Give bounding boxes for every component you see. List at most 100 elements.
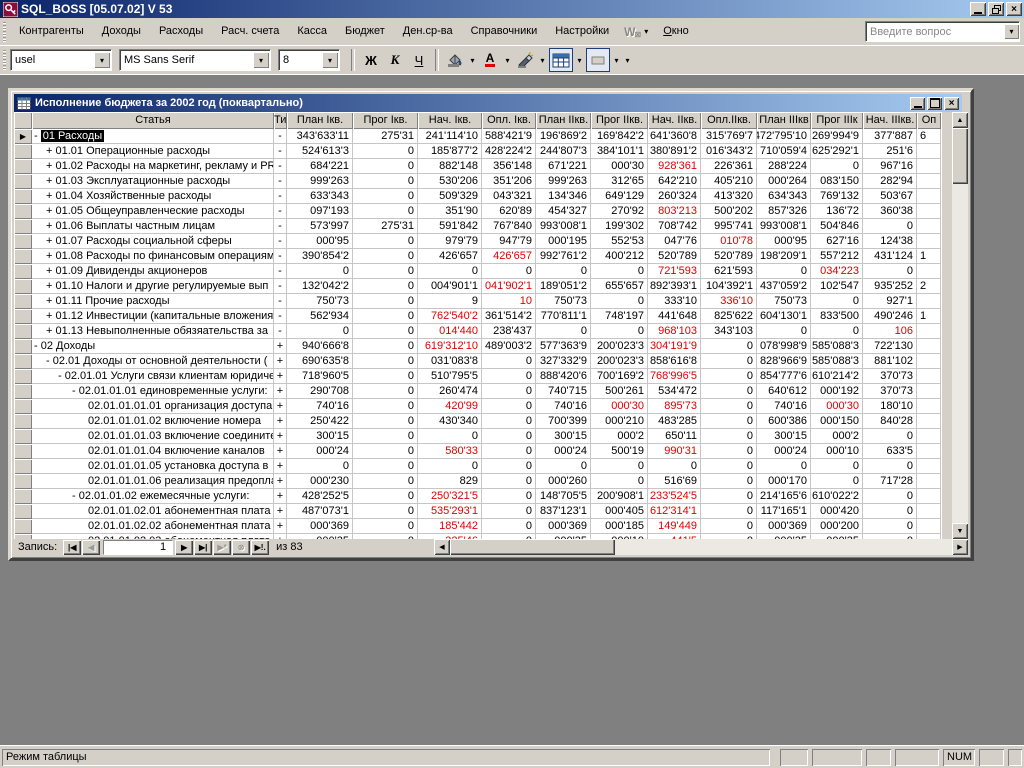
value-cell[interactable]: 0	[701, 459, 757, 474]
scroll-left-button[interactable]: ◀	[434, 539, 450, 555]
value-cell[interactable]: 449'149	[648, 519, 701, 534]
value-cell[interactable]: 0	[353, 204, 418, 219]
column-header-4[interactable]: План IIкв.	[536, 112, 591, 129]
value-cell[interactable]: 622'825	[701, 309, 757, 324]
statya-cell[interactable]: + 01.07 Расходы социальной сферы	[32, 234, 274, 249]
value-cell[interactable]: 9'994'269	[811, 129, 863, 144]
value-cell[interactable]: 0	[482, 504, 536, 519]
value-cell[interactable]: 221'671	[536, 159, 591, 174]
value-cell[interactable]: 0	[863, 489, 917, 504]
value-cell[interactable]: 0	[482, 414, 536, 429]
line-color-button[interactable]	[514, 49, 536, 71]
goto-last-button[interactable]: ▶!.	[251, 540, 269, 555]
value-cell[interactable]: 223'034	[811, 264, 863, 279]
toolbar-options-dropdown[interactable]: ▾	[622, 49, 633, 71]
value-cell[interactable]: 65'312	[591, 174, 648, 189]
value-cell[interactable]: 0	[482, 399, 536, 414]
row-selector[interactable]	[14, 144, 32, 159]
value-cell[interactable]: 6'165'214	[757, 489, 811, 504]
value-cell[interactable]: 0	[353, 519, 418, 534]
value-cell[interactable]	[917, 429, 941, 444]
value-cell[interactable]: 202'500	[701, 204, 757, 219]
column-header-statya[interactable]: Статья	[32, 112, 274, 129]
value-cell[interactable]: 8'666'940	[287, 339, 353, 354]
value-cell[interactable]: 302'199	[591, 219, 648, 234]
value-cell[interactable]: 1'393'892	[648, 279, 701, 294]
value-cell[interactable]: 0	[863, 504, 917, 519]
value-cell[interactable]: 31'275	[353, 219, 418, 234]
value-cell[interactable]: 1'292'625	[811, 144, 863, 159]
value-cell[interactable]: 285'483	[648, 414, 701, 429]
value-cell[interactable]: 2'869'196	[536, 129, 591, 144]
value-cell[interactable]: 69'516	[648, 474, 701, 489]
value-cell[interactable]: 0	[353, 264, 418, 279]
value-cell[interactable]: 842'591	[418, 219, 482, 234]
value-cell[interactable]: 170'000	[757, 474, 811, 489]
value-cell[interactable]: 16'967	[863, 159, 917, 174]
tip-cell[interactable]: -	[274, 279, 287, 294]
horizontal-scroll-thumb[interactable]	[450, 539, 615, 555]
value-cell[interactable]: 1'008'993	[536, 219, 591, 234]
value-cell[interactable]: 0	[353, 384, 418, 399]
value-cell[interactable]: 0	[536, 324, 591, 339]
value-cell[interactable]: 5'633	[863, 444, 917, 459]
value-cell[interactable]: 0	[482, 429, 536, 444]
value-cell[interactable]: 2'891'380	[648, 144, 701, 159]
value-cell[interactable]: 73'750	[287, 294, 353, 309]
statya-cell[interactable]: + 01.09 Дивиденды акционеров	[32, 264, 274, 279]
value-cell[interactable]: 73'750	[757, 294, 811, 309]
value-cell[interactable]: 3'088'585	[811, 339, 863, 354]
font-color-button[interactable]: А	[479, 49, 501, 71]
row-selector[interactable]	[14, 309, 32, 324]
value-cell[interactable]: 5'705'148	[536, 489, 591, 504]
value-cell[interactable]: 132'769	[811, 189, 863, 204]
statya-cell[interactable]: 02.01.01.01.01 организация доступа	[32, 399, 274, 414]
record-number-input[interactable]: 1	[103, 540, 173, 555]
statya-cell[interactable]: + 01.06 Выплаты частным лицам	[32, 219, 274, 234]
statya-cell[interactable]: + 01.12 Инвестиции (капитальные вложения	[32, 309, 274, 324]
column-header-9[interactable]: Прог IIIк	[811, 112, 863, 129]
value-cell[interactable]: 0	[482, 354, 536, 369]
value-cell[interactable]: 210'000	[591, 414, 648, 429]
value-cell[interactable]: 31'990	[648, 444, 701, 459]
value-cell[interactable]: 593'721	[648, 264, 701, 279]
value-cell[interactable]	[917, 459, 941, 474]
tip-cell[interactable]: -	[274, 309, 287, 324]
tip-cell[interactable]: +	[274, 459, 287, 474]
menu-nastroyki[interactable]: Настройки	[546, 19, 618, 44]
row-selector[interactable]	[14, 519, 32, 534]
value-cell[interactable]: 10'114'241	[418, 129, 482, 144]
tip-cell[interactable]: -	[274, 159, 287, 174]
value-cell[interactable]: 193'097	[287, 204, 353, 219]
statya-cell[interactable]: 02.01.01.01.03 включение соединительных	[32, 429, 274, 444]
style-combo[interactable]: usel ▾	[10, 49, 112, 71]
value-cell[interactable]: 148'356	[482, 159, 536, 174]
value-cell[interactable]: 0	[353, 474, 418, 489]
value-cell[interactable]: 0	[353, 234, 418, 249]
value-cell[interactable]: 246'490	[863, 309, 917, 324]
special-effect-dropdown[interactable]: ▾	[611, 49, 622, 71]
value-cell[interactable]: 3'088'585	[811, 354, 863, 369]
value-cell[interactable]: 326'857	[757, 204, 811, 219]
value-cell[interactable]: 0	[811, 474, 863, 489]
value-cell[interactable]: 0	[701, 414, 757, 429]
value-cell[interactable]: 5'321'250	[418, 489, 482, 504]
value-cell[interactable]: 102'881	[863, 354, 917, 369]
value-cell[interactable]: 73'895	[648, 399, 701, 414]
statya-cell[interactable]: 02.01.01.01.05 установка доступа в	[32, 459, 274, 474]
value-cell[interactable]: 11'633'343	[287, 129, 353, 144]
value-cell[interactable]	[917, 369, 941, 384]
value-cell[interactable]: 90'351	[418, 204, 482, 219]
value-cell[interactable]: 30'000	[811, 399, 863, 414]
value-cell[interactable]: 0	[591, 294, 648, 309]
value-cell[interactable]: 252'935	[863, 279, 917, 294]
value-cell[interactable]: 95'000	[757, 234, 811, 249]
value-cell[interactable]: 9	[418, 294, 482, 309]
special-effect-button[interactable]	[586, 48, 610, 72]
font-color-dropdown[interactable]: ▾	[502, 49, 513, 71]
value-cell[interactable]: 0	[418, 264, 482, 279]
value-cell[interactable]: 5'524'233	[648, 489, 701, 504]
value-cell[interactable]: 10'312'619	[418, 339, 482, 354]
value-cell[interactable]: 195'000	[536, 234, 591, 249]
value-cell[interactable]: 0	[353, 354, 418, 369]
